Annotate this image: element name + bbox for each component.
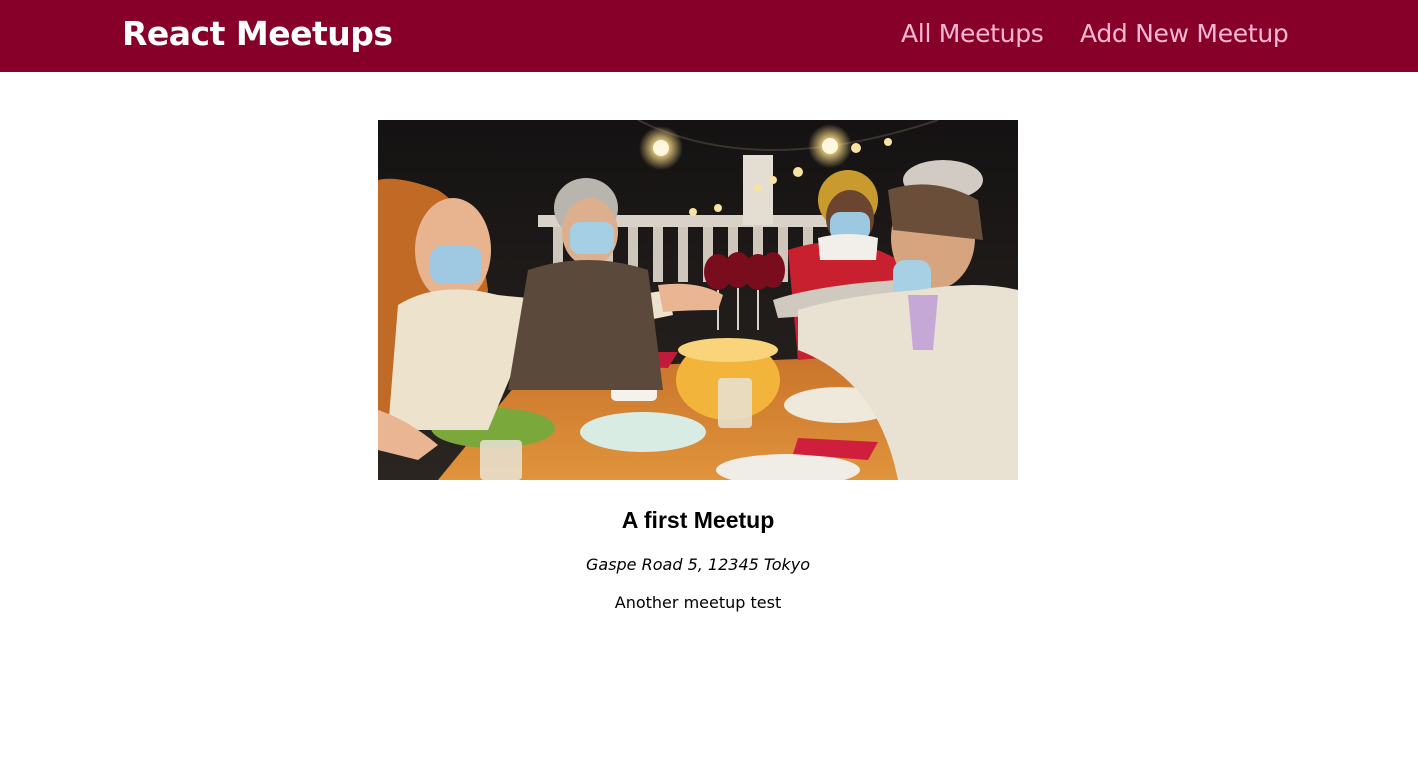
logo: React Meetups [122,14,393,53]
nav-link-add-new-meetup[interactable]: Add New Meetup [1080,17,1289,51]
meetup-address: Gaspe Road 5, 12345 Tokyo [585,555,811,574]
meetup-description: Another meetup test [614,593,782,612]
nav-link-all-meetups[interactable]: All Meetups [901,17,1044,51]
meetup-title: A first Meetup [621,507,775,533]
main-navigation: React Meetups All Meetups Add New Meetup [0,0,1418,72]
meetup-image [378,120,1018,480]
